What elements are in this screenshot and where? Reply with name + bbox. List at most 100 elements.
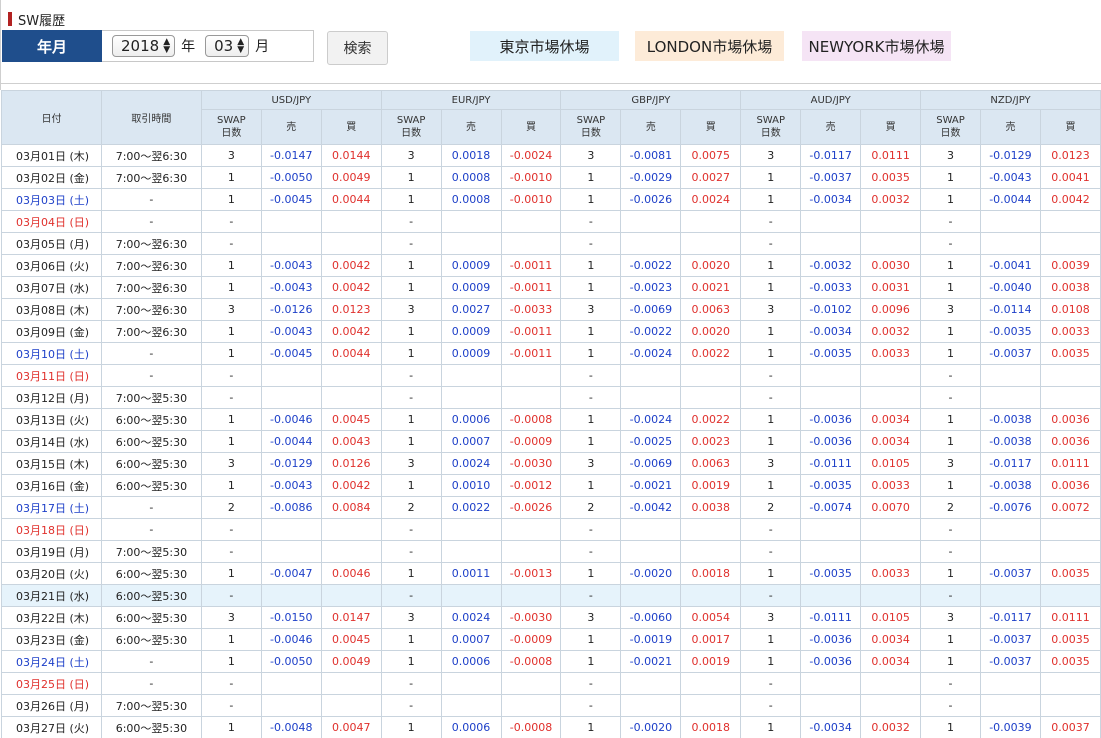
swap-days-cell: 3 — [740, 452, 802, 475]
buy-cell: 0.0017 — [680, 628, 742, 651]
header-swap-line2: 日数 — [580, 128, 601, 139]
swap-days-cell: 1 — [560, 650, 622, 673]
swap-days-cell: - — [740, 584, 802, 607]
swap-days-cell: 1 — [560, 276, 622, 299]
sell-cell: -0.0039 — [979, 716, 1041, 738]
sell-cell: -0.0069 — [620, 298, 682, 321]
swap-days-cell: 1 — [920, 650, 981, 673]
buy-cell: -0.0030 — [500, 606, 562, 629]
swap-days-cell: 3 — [560, 144, 622, 167]
swap-days-cell: 3 — [920, 452, 981, 475]
search-button[interactable]: 検索 — [327, 31, 388, 65]
sell-cell: -0.0035 — [800, 474, 862, 497]
buy-cell: -0.0024 — [500, 144, 562, 167]
swap-days-cell: 3 — [200, 606, 262, 629]
sell-cell: -0.0117 — [979, 452, 1041, 475]
buy-cell: -0.0030 — [500, 452, 562, 475]
swap-days-cell: 1 — [560, 254, 622, 277]
sell-cell — [800, 672, 862, 695]
date-cell: 03月15日 (木) — [1, 452, 102, 475]
sell-cell: -0.0024 — [620, 408, 682, 431]
swap-days-cell: 1 — [740, 430, 802, 453]
date-cell: 03月12日 (月) — [1, 386, 102, 409]
header-swap-line2: 日数 — [221, 128, 242, 139]
buy-cell: -0.0009 — [500, 430, 562, 453]
table-row: 03月12日 (月) 7:00〜翌5:30- - - - - — [1, 386, 1101, 409]
swap-days-cell: 2 — [380, 496, 442, 519]
swap-days-cell: - — [380, 540, 442, 563]
table-row: 03月22日 (木) 6:00〜翌5:30 3 -0.0150 0.0147 3 0.002… — [1, 606, 1101, 629]
sell-cell — [979, 364, 1041, 387]
buy-cell — [320, 364, 382, 387]
swap-days-cell: 1 — [380, 474, 442, 497]
swap-days-cell: 1 — [740, 188, 802, 211]
trading-time-cell: 6:00〜翌5:30 — [100, 408, 202, 431]
sell-cell: 0.0006 — [440, 650, 502, 673]
month-select[interactable]: 03 ▲ ▼ — [205, 35, 250, 57]
header-buy: 買 — [320, 109, 382, 145]
swap-days-cell: - — [740, 210, 802, 233]
swap-days-cell: 1 — [920, 562, 981, 585]
buy-cell — [860, 694, 922, 717]
sell-cell: -0.0020 — [620, 716, 682, 738]
sell-cell: 0.0018 — [440, 144, 502, 167]
date-cell: 03月14日 (水) — [1, 430, 102, 453]
header-swap-line1: SWAP — [576, 115, 606, 126]
sell-cell: -0.0029 — [620, 166, 682, 189]
buy-cell — [500, 210, 562, 233]
sell-cell: -0.0035 — [800, 342, 862, 365]
swap-days-cell: 1 — [920, 628, 981, 651]
swap-days-cell: - — [560, 518, 622, 541]
swap-days-cell: 3 — [380, 144, 442, 167]
swap-days-cell: - — [560, 364, 622, 387]
sell-cell — [979, 386, 1041, 409]
sell-cell: -0.0045 — [260, 188, 322, 211]
buy-cell — [1039, 364, 1101, 387]
swap-days-cell: 1 — [380, 650, 442, 673]
buy-cell — [680, 386, 742, 409]
swap-days-cell: - — [200, 518, 262, 541]
buy-cell: 0.0038 — [680, 496, 742, 519]
swap-days-cell: 3 — [920, 298, 981, 321]
date-cell: 03月24日 (土) — [1, 650, 102, 673]
swap-days-cell: - — [920, 232, 981, 255]
sell-cell: -0.0043 — [260, 320, 322, 343]
date-cell: 03月21日 (水) — [1, 584, 102, 607]
buy-cell — [860, 210, 922, 233]
sell-cell: -0.0034 — [800, 320, 862, 343]
sell-cell — [260, 540, 322, 563]
swap-days-cell: 1 — [200, 320, 262, 343]
swap-days-cell: - — [740, 672, 802, 695]
sell-cell: -0.0033 — [800, 276, 862, 299]
swap-days-cell: 1 — [920, 320, 981, 343]
trading-time-cell: 6:00〜翌5:30 — [100, 452, 202, 475]
sell-cell — [440, 672, 502, 695]
sell-cell: -0.0076 — [979, 496, 1041, 519]
swap-days-cell: 1 — [200, 650, 262, 673]
table-row: 03月17日 (土) -2 -0.0086 0.0084 2 0.0022 -0.0026 2… — [1, 496, 1101, 519]
swap-days-cell: 1 — [200, 408, 262, 431]
buy-cell: 0.0027 — [680, 166, 742, 189]
swap-days-cell: 1 — [920, 430, 981, 453]
sell-cell: -0.0043 — [979, 166, 1041, 189]
swap-days-cell: 1 — [380, 166, 442, 189]
swap-days-cell: 1 — [740, 716, 802, 738]
buy-cell: 0.0054 — [680, 606, 742, 629]
header-swap-line1: SWAP — [936, 115, 965, 126]
buy-cell: 0.0042 — [320, 254, 382, 277]
swap-days-cell: 1 — [200, 342, 262, 365]
sell-cell: -0.0060 — [620, 606, 682, 629]
buy-cell: 0.0021 — [680, 276, 742, 299]
sell-cell — [979, 210, 1041, 233]
date-cell: 03月20日 (火) — [1, 562, 102, 585]
year-select[interactable]: 2018 ▲ ▼ — [112, 35, 176, 57]
swap-days-cell: - — [920, 386, 981, 409]
swap-days-cell: 1 — [560, 188, 622, 211]
swap-days-cell: 1 — [380, 188, 442, 211]
date-cell: 03月05日 (月) — [1, 232, 102, 255]
buy-cell — [860, 518, 922, 541]
buy-cell — [1039, 518, 1101, 541]
buy-cell: 0.0035 — [860, 166, 922, 189]
sell-cell: -0.0044 — [979, 188, 1041, 211]
sell-cell: -0.0086 — [260, 496, 322, 519]
